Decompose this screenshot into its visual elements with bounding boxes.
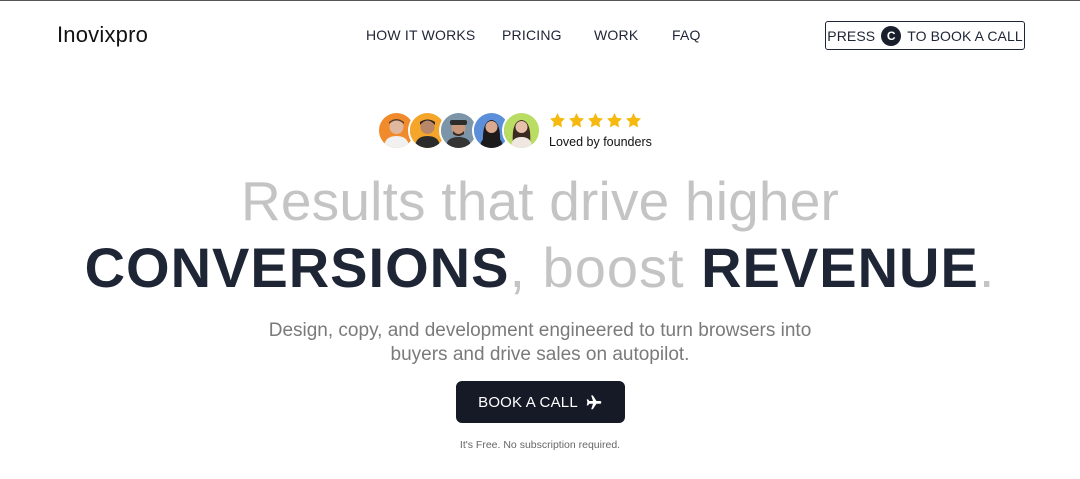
rating-stars	[549, 112, 642, 129]
star-icon	[550, 113, 565, 128]
free-note: It's Free. No subscription required.	[459, 439, 621, 451]
nav-faq[interactable]: FAQ	[672, 27, 701, 43]
nav-pricing[interactable]: PRICING	[502, 27, 562, 43]
headline-period: .	[978, 236, 996, 299]
headline-revenue: REVENUE	[701, 236, 979, 299]
hero-headline-line2: CONVERSIONS, boost REVENUE.	[0, 235, 1080, 300]
headline-conversions: CONVERSIONS	[84, 236, 510, 299]
avatar	[502, 111, 541, 150]
nav-how-it-works[interactable]: HOW IT WORKS	[366, 27, 475, 43]
book-call-shortcut-button[interactable]: PRESS C TO BOOK A CALL	[825, 21, 1025, 50]
hero-headline-line1: Results that drive higher	[240, 170, 840, 232]
plane-icon	[586, 394, 602, 409]
shortcut-key-badge: C	[881, 25, 902, 46]
loved-by-founders-label: Loved by founders	[549, 135, 652, 149]
hero-subtitle: Design, copy, and development engineered…	[268, 320, 812, 365]
nav-work[interactable]: WORK	[594, 27, 638, 43]
founder-avatars	[377, 111, 547, 150]
star-icon	[607, 113, 622, 128]
star-icon	[588, 113, 603, 128]
star-icon	[569, 113, 584, 128]
press-label: PRESS	[827, 27, 876, 44]
book-call-label: TO BOOK A CALL	[907, 27, 1023, 44]
top-border	[0, 0, 1080, 1]
book-call-button-label: BOOK A CALL	[478, 393, 578, 411]
headline-boost: , boost	[509, 236, 702, 299]
book-call-button[interactable]: BOOK A CALL	[456, 381, 625, 423]
star-icon	[626, 113, 641, 128]
